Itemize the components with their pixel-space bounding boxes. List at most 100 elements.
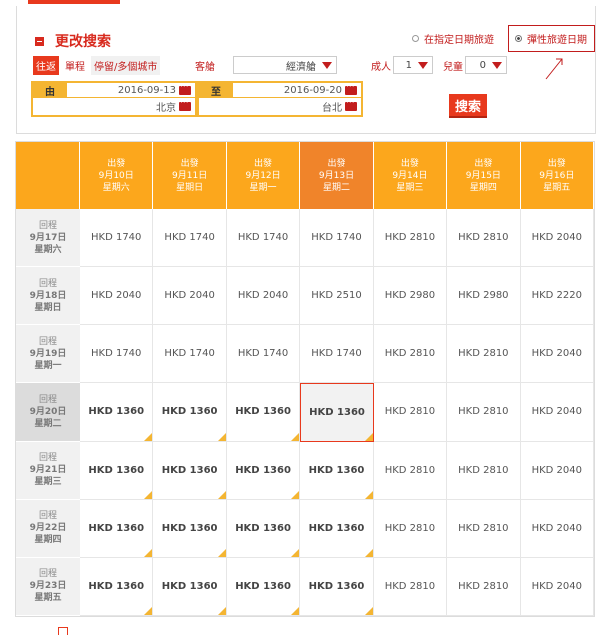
- from-date[interactable]: 2016-09-13: [118, 85, 176, 96]
- return-header-2[interactable]: 回程 9月19日 星期一: [16, 325, 80, 384]
- fare-cell[interactable]: HKD 2040: [520, 209, 594, 268]
- fare-cell[interactable]: HKD 2040: [520, 557, 594, 616]
- return-label: 回程: [38, 453, 57, 464]
- fare-price: HKD 1360: [308, 522, 365, 534]
- pagination-indicator[interactable]: [58, 627, 68, 635]
- fare-cell[interactable]: HKD 1360: [80, 557, 154, 616]
- dropdown-arrow-icon[interactable]: [488, 57, 506, 73]
- fare-cell[interactable]: HKD 2810: [447, 383, 521, 442]
- fare-cell[interactable]: HKD 2220: [520, 267, 594, 326]
- to-date[interactable]: 2016-09-20: [284, 85, 342, 96]
- return-label: 回程: [38, 336, 57, 347]
- to-city[interactable]: 台北: [322, 99, 342, 114]
- departure-day: 星期三: [396, 182, 424, 193]
- radio-dot-icon[interactable]: [412, 35, 419, 42]
- fare-cell[interactable]: HKD 2040: [153, 267, 227, 326]
- fare-cell[interactable]: HKD 2810: [447, 557, 521, 616]
- fare-cell[interactable]: HKD 1360: [300, 441, 374, 500]
- fare-cell[interactable]: HKD 1360: [300, 383, 374, 442]
- fare-cell[interactable]: HKD 2810: [373, 325, 448, 384]
- departure-header-6[interactable]: 出發 9月16日 星期五: [520, 142, 594, 209]
- fare-cell[interactable]: HKD 1740: [153, 209, 227, 268]
- fare-cell[interactable]: HKD 2810: [447, 325, 521, 384]
- fare-cell[interactable]: HKD 2040: [520, 325, 594, 384]
- fare-cell[interactable]: HKD 1360: [80, 499, 154, 558]
- adults-select[interactable]: 1: [393, 56, 433, 74]
- city-list-icon[interactable]: [345, 98, 357, 111]
- fare-cell[interactable]: HKD 1360: [80, 441, 154, 500]
- fare-cell[interactable]: HKD 2810: [373, 557, 448, 616]
- search-panel: 更改搜索 在指定日期旅遊 彈性旅遊日期 往返 單程 停留/多個城市 客艙 經濟艙: [16, 6, 596, 134]
- trip-roundtrip[interactable]: 往返: [33, 56, 59, 75]
- dropdown-arrow-icon[interactable]: [414, 57, 432, 73]
- fare-price: HKD 1360: [161, 580, 218, 592]
- departure-header-2[interactable]: 出發 9月12日 星期一: [226, 142, 301, 209]
- fare-price: HKD 2040: [531, 522, 582, 534]
- return-header-5[interactable]: 回程 9月22日 星期四: [16, 499, 80, 558]
- fare-cell[interactable]: HKD 1360: [153, 499, 227, 558]
- departure-header-4[interactable]: 出發 9月14日 星期三: [373, 142, 448, 209]
- fare-cell[interactable]: HKD 2040: [520, 383, 594, 442]
- city-list-icon[interactable]: [179, 98, 191, 111]
- trip-oneway[interactable]: 單程: [62, 56, 88, 75]
- from-city[interactable]: 北京: [156, 99, 176, 114]
- fare-cell[interactable]: HKD 1740: [80, 325, 154, 384]
- dropdown-arrow-icon[interactable]: [318, 57, 336, 73]
- fare-cell[interactable]: HKD 2810: [373, 499, 448, 558]
- fare-cell[interactable]: HKD 1360: [226, 441, 301, 500]
- fare-cell[interactable]: HKD 1740: [80, 209, 154, 268]
- fare-cell[interactable]: HKD 1740: [153, 325, 227, 384]
- fare-cell[interactable]: HKD 2810: [373, 209, 448, 268]
- fare-price: HKD 2810: [458, 232, 509, 244]
- departure-header-1[interactable]: 出發 9月11日 星期日: [153, 142, 227, 209]
- return-header-0[interactable]: 回程 9月17日 星期六: [16, 209, 80, 268]
- fare-cell[interactable]: HKD 2040: [80, 267, 154, 326]
- search-title-row[interactable]: 更改搜索: [35, 32, 111, 50]
- fare-cell[interactable]: HKD 1360: [153, 383, 227, 442]
- search-button[interactable]: 搜索: [449, 94, 487, 116]
- fare-cell[interactable]: HKD 1360: [300, 499, 374, 558]
- fare-cell[interactable]: HKD 1360: [226, 383, 301, 442]
- fare-price: HKD 2040: [531, 580, 582, 592]
- return-header-6[interactable]: 回程 9月23日 星期五: [16, 557, 80, 616]
- radio-fixed-dates[interactable]: 在指定日期旅遊: [412, 31, 494, 46]
- radio-dot-selected-icon[interactable]: [515, 35, 522, 42]
- departure-header-0[interactable]: 出發 9月10日 星期六: [80, 142, 154, 209]
- fare-cell[interactable]: HKD 1360: [153, 441, 227, 500]
- fare-cell[interactable]: HKD 1740: [226, 209, 301, 268]
- cabin-select[interactable]: 經濟艙: [233, 56, 337, 74]
- calendar-icon[interactable]: [179, 82, 191, 95]
- fare-cell[interactable]: HKD 2040: [520, 499, 594, 558]
- children-select[interactable]: 0: [465, 56, 507, 74]
- to-date-box[interactable]: 至 2016-09-20 台北: [197, 81, 363, 117]
- collapse-icon[interactable]: [35, 36, 44, 46]
- fare-cell[interactable]: HKD 1740: [300, 325, 374, 384]
- fare-cell[interactable]: HKD 2810: [447, 209, 521, 268]
- return-header-3[interactable]: 回程 9月20日 星期二: [16, 383, 80, 442]
- fare-cell[interactable]: HKD 2040: [226, 267, 301, 326]
- fare-cell[interactable]: HKD 2810: [447, 499, 521, 558]
- fare-cell[interactable]: HKD 2980: [373, 267, 448, 326]
- departure-header-5[interactable]: 出發 9月15日 星期四: [447, 142, 521, 209]
- fare-cell[interactable]: HKD 2040: [520, 441, 594, 500]
- fare-cell[interactable]: HKD 1360: [80, 383, 154, 442]
- fare-cell[interactable]: HKD 1740: [226, 325, 301, 384]
- return-header-4[interactable]: 回程 9月21日 星期三: [16, 441, 80, 500]
- fare-price: HKD 2810: [384, 348, 436, 360]
- fare-cell[interactable]: HKD 2980: [447, 267, 521, 326]
- fare-cell[interactable]: HKD 2810: [373, 383, 448, 442]
- fare-cell[interactable]: HKD 2510: [300, 267, 374, 326]
- departure-header-3[interactable]: 出發 9月13日 星期二: [300, 142, 374, 209]
- fare-cell[interactable]: HKD 1360: [153, 557, 227, 616]
- calendar-icon[interactable]: [345, 82, 357, 95]
- fare-cell[interactable]: HKD 1360: [226, 557, 301, 616]
- fare-cell[interactable]: HKD 1740: [300, 209, 374, 268]
- from-date-box[interactable]: 由 2016-09-13 北京: [31, 81, 197, 117]
- fare-cell[interactable]: HKD 1360: [226, 499, 301, 558]
- radio-flexible-dates[interactable]: 彈性旅遊日期: [508, 25, 595, 52]
- trip-multicity[interactable]: 停留/多個城市: [91, 56, 161, 75]
- fare-cell[interactable]: HKD 1360: [300, 557, 374, 616]
- return-header-1[interactable]: 回程 9月18日 星期日: [16, 267, 80, 326]
- fare-cell[interactable]: HKD 2810: [447, 441, 521, 500]
- fare-cell[interactable]: HKD 2810: [373, 441, 448, 500]
